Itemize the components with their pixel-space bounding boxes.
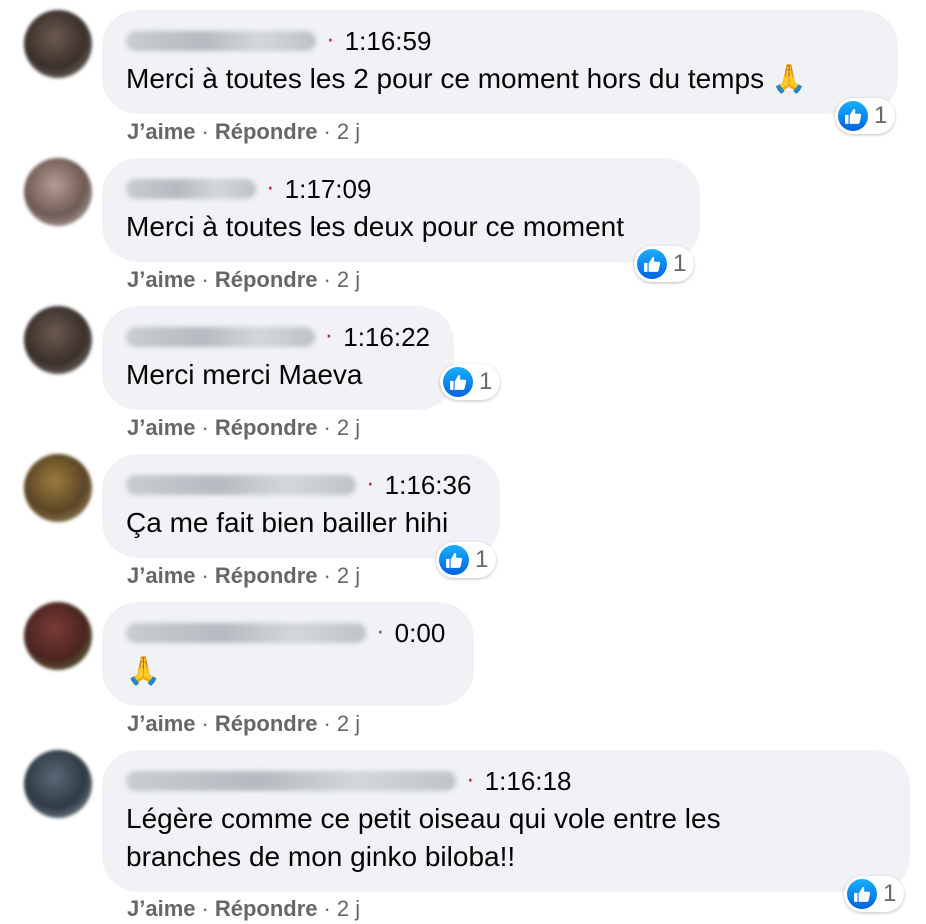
- reply-button[interactable]: Répondre: [215, 119, 318, 145]
- separator: ·: [323, 415, 331, 440]
- avatar[interactable]: [24, 10, 92, 78]
- author-name[interactable]: [126, 623, 366, 643]
- comment-age[interactable]: 2 j: [337, 563, 360, 589]
- comment-age[interactable]: 2 j: [337, 896, 360, 922]
- reaction-summary[interactable]: 1: [440, 364, 501, 400]
- comment-bubble: · 0:00 🙏: [102, 602, 474, 706]
- comment-text: 🙏: [126, 652, 450, 690]
- timestamp-dot: ·: [376, 615, 385, 645]
- separator: ·: [323, 119, 331, 144]
- comment-text: Légère comme ce petit oiseau qui vole en…: [126, 803, 721, 872]
- like-button[interactable]: J’aime: [127, 415, 196, 441]
- video-timestamp[interactable]: 1:17:09: [285, 174, 372, 205]
- reaction-count: 1: [475, 546, 489, 573]
- timestamp-dot: ·: [366, 467, 375, 497]
- reply-button[interactable]: Répondre: [215, 896, 318, 922]
- like-button[interactable]: J’aime: [127, 711, 196, 737]
- like-button[interactable]: J’aime: [127, 119, 196, 145]
- timestamp-dot: ·: [466, 763, 475, 793]
- reply-button[interactable]: Répondre: [215, 711, 318, 737]
- comment-bubble: · 1:16:22 Merci merci Maeva: [102, 306, 454, 410]
- comment-bubble: · 1:16:59 Merci à toutes les 2 pour ce m…: [102, 10, 898, 114]
- avatar[interactable]: [24, 158, 92, 226]
- video-timestamp[interactable]: 0:00: [395, 618, 446, 649]
- comment-bubble: · 1:16:36 Ça me fait bien bailler hihi: [102, 454, 500, 558]
- reaction-summary[interactable]: 1: [436, 542, 497, 578]
- comment-actions: J’aime · Répondre · 2 j: [127, 265, 360, 295]
- avatar[interactable]: [24, 454, 92, 522]
- comment-age[interactable]: 2 j: [337, 119, 360, 145]
- video-timestamp[interactable]: 1:16:22: [343, 322, 430, 353]
- video-timestamp[interactable]: 1:16:36: [385, 470, 472, 501]
- comment-age[interactable]: 2 j: [337, 711, 360, 737]
- timestamp-dot: ·: [326, 23, 335, 53]
- author-name[interactable]: [126, 179, 256, 199]
- video-timestamp[interactable]: 1:16:18: [485, 766, 572, 797]
- author-name[interactable]: [126, 771, 456, 791]
- separator: ·: [323, 563, 331, 588]
- separator: ·: [201, 119, 209, 144]
- separator: ·: [201, 896, 209, 921]
- like-button[interactable]: J’aime: [127, 563, 196, 589]
- comment-actions: J’aime · Répondre · 2 j: [127, 413, 360, 443]
- separator: ·: [201, 267, 209, 292]
- separator: ·: [323, 896, 331, 921]
- separator: ·: [323, 267, 331, 292]
- like-thumb-icon: [443, 367, 473, 397]
- comment-text: Merci merci Maeva: [126, 359, 363, 390]
- video-timestamp[interactable]: 1:16:59: [345, 26, 432, 57]
- comment-text: Merci à toutes les 2 pour ce moment hors…: [126, 63, 807, 94]
- avatar[interactable]: [24, 750, 92, 818]
- reaction-summary[interactable]: 1: [844, 876, 905, 912]
- like-thumb-icon: [637, 249, 667, 279]
- comment-text: Merci à toutes les deux pour ce moment: [126, 211, 625, 242]
- reaction-count: 1: [673, 250, 687, 277]
- comment-actions: J’aime · Répondre · 2 j: [127, 117, 360, 147]
- reaction-count: 1: [883, 880, 897, 907]
- comment-actions: J’aime · Répondre · 2 j: [127, 709, 360, 739]
- avatar[interactable]: [24, 306, 92, 374]
- separator: ·: [201, 563, 209, 588]
- like-thumb-icon: [838, 101, 868, 131]
- separator: ·: [201, 711, 209, 736]
- comment-bubble: · 1:17:09 Merci à toutes les deux pour c…: [102, 158, 700, 262]
- timestamp-dot: ·: [266, 171, 275, 201]
- praying-hands-emoji: 🙏: [126, 655, 161, 686]
- reaction-count: 1: [874, 102, 888, 129]
- timestamp-dot: ·: [324, 319, 334, 349]
- like-button[interactable]: J’aime: [127, 267, 196, 293]
- avatar[interactable]: [24, 602, 92, 670]
- reaction-summary[interactable]: 1: [835, 98, 896, 134]
- separator: ·: [323, 711, 331, 736]
- author-name[interactable]: [126, 475, 356, 495]
- like-thumb-icon: [847, 879, 877, 909]
- separator: ·: [201, 415, 209, 440]
- author-name[interactable]: [126, 327, 315, 347]
- reaction-count: 1: [479, 368, 493, 395]
- reply-button[interactable]: Répondre: [215, 267, 318, 293]
- reaction-summary[interactable]: 1: [634, 246, 695, 282]
- reply-button[interactable]: Répondre: [215, 563, 318, 589]
- author-name[interactable]: [126, 31, 316, 51]
- comment-age[interactable]: 2 j: [337, 267, 360, 293]
- like-thumb-icon: [439, 545, 469, 575]
- comment-text: Ça me fait bien bailler hihi: [126, 507, 449, 538]
- comment-bubble: · 1:16:18 Légère comme ce petit oiseau q…: [102, 750, 910, 892]
- comment-age[interactable]: 2 j: [337, 415, 360, 441]
- like-button[interactable]: J’aime: [127, 896, 196, 922]
- praying-hands-emoji: 🙏: [771, 63, 807, 94]
- reply-button[interactable]: Répondre: [215, 415, 318, 441]
- comment-actions: J’aime · Répondre · 2 j: [127, 561, 360, 591]
